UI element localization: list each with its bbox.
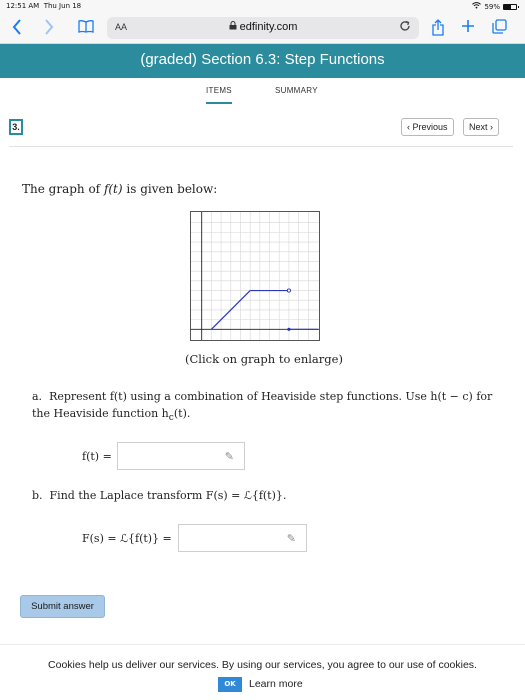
- intro-function: f(t): [103, 182, 123, 196]
- graph-closed-point: [287, 327, 291, 331]
- function-graph[interactable]: [190, 211, 320, 341]
- reload-icon[interactable]: [399, 20, 411, 35]
- address-bar[interactable]: AA edfinity.com: [107, 17, 419, 39]
- back-icon[interactable]: [12, 19, 22, 39]
- next-button[interactable]: Next ›: [463, 118, 500, 136]
- forward-icon[interactable]: [44, 19, 54, 39]
- tabs-icon[interactable]: [492, 19, 507, 38]
- share-icon[interactable]: [432, 19, 444, 40]
- question-number[interactable]: 3.: [9, 119, 23, 135]
- page-header: (graded) Section 6.3: Step Functions: [0, 44, 525, 78]
- divider: [9, 146, 513, 147]
- part-b-letter: b.: [32, 489, 43, 502]
- status-time: 12:51 AM Thu Jun 18: [6, 2, 82, 10]
- submit-answer-button[interactable]: Submit answer: [20, 595, 105, 618]
- previous-button[interactable]: ‹ Previous: [401, 118, 454, 136]
- chevron-right-icon: ›: [490, 122, 494, 132]
- wifi-icon: [472, 2, 482, 11]
- question-intro: The graph of f(t) is given below:: [22, 182, 217, 196]
- part-b-text: b. Find the Laplace transform F(s) = ℒ{f…: [32, 489, 286, 502]
- tab-bar: ITEMS SUMMARY: [0, 86, 525, 108]
- cookie-banner: Cookies help us deliver our services. By…: [0, 644, 525, 700]
- part-a-instructions: Represent f(t) using a combination of He…: [32, 390, 493, 420]
- battery-percent: 59%: [484, 2, 500, 11]
- page-title: (graded) Section 6.3: Step Functions: [140, 51, 385, 68]
- part-a-tail: (t).: [173, 407, 191, 420]
- f-answer-field[interactable]: ✎: [117, 442, 245, 470]
- battery-icon: [503, 3, 519, 10]
- url-display: edfinity.com: [107, 21, 419, 33]
- intro-suffix: is given below:: [122, 182, 218, 196]
- part-b-instructions: Find the Laplace transform F(s) = ℒ{f(t)…: [49, 489, 287, 502]
- status-right: 59%: [472, 2, 519, 11]
- intro-prefix: The graph of: [22, 182, 104, 196]
- bookmarks-icon[interactable]: [78, 19, 94, 37]
- browser-toolbar: AA edfinity.com: [0, 12, 525, 44]
- previous-label: Previous: [412, 122, 448, 132]
- f-label: f(t) =: [82, 450, 112, 463]
- lock-icon: [229, 21, 240, 33]
- laplace-label: F(s) = ℒ{f(t)} =: [82, 532, 172, 545]
- cookie-ok-button[interactable]: OK: [218, 677, 242, 692]
- pencil-icon[interactable]: ✎: [287, 532, 296, 545]
- graph-svg[interactable]: [190, 211, 320, 341]
- graph-frame: [190, 211, 320, 341]
- graph-caption: (Click on graph to enlarge): [185, 352, 343, 366]
- cookie-message: Cookies help us deliver our services. By…: [48, 659, 477, 671]
- pencil-icon[interactable]: ✎: [225, 450, 234, 463]
- tab-items[interactable]: ITEMS: [206, 86, 232, 104]
- tab-summary[interactable]: SUMMARY: [275, 86, 318, 102]
- chevron-left-icon: ‹: [407, 122, 410, 132]
- part-a-text: a. Represent f(t) using a combination of…: [32, 388, 502, 426]
- graph-open-point: [286, 288, 291, 293]
- part-a-letter: a.: [32, 390, 43, 403]
- laplace-answer-field[interactable]: ✎: [178, 524, 307, 552]
- status-bar: 12:51 AM Thu Jun 18 59%: [0, 0, 525, 12]
- learn-more-link[interactable]: Learn more: [249, 678, 303, 690]
- url-text: edfinity.com: [239, 21, 298, 33]
- next-label: Next: [469, 122, 488, 132]
- new-tab-icon[interactable]: [461, 19, 475, 37]
